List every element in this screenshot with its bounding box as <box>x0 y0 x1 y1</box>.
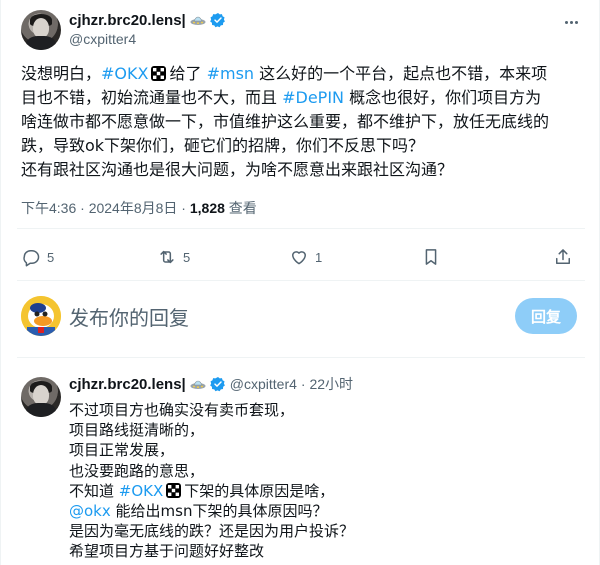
reply-composer: 发布你的回复 回复 <box>17 294 585 338</box>
tweet-line: 跌，导致ok下架你们，砸它们的招牌，你们不反思下吗？ <box>21 136 425 155</box>
ufo-emoji-icon <box>190 16 206 25</box>
text-segment: 不知道 <box>69 481 115 500</box>
more-options-icon[interactable] <box>561 12 581 32</box>
reply-line: 是因为毫无底线的跌？还是因为用户投诉？ <box>69 522 355 541</box>
repost-action[interactable]: 5 <box>157 243 190 271</box>
reply-button[interactable]: 回复 <box>515 298 577 334</box>
hashtag-okx[interactable]: #OKX <box>119 482 164 500</box>
verified-badge-icon <box>209 377 225 392</box>
like-count: 1 <box>315 249 323 265</box>
hashtag-depin[interactable]: #DePIN <box>282 88 344 107</box>
reply-line: @okx 能给出msn下架的具体原因吗？ <box>69 501 569 521</box>
text-segment: 目也不错，初始流通量也不大，而且 <box>21 88 278 107</box>
divider <box>17 357 585 358</box>
reply-text: 不过项目方也确实没有卖币套现， 项目路线挺清晰的， 项目正常发展， 也没要跑路的… <box>69 400 569 562</box>
duck-avatar-icon <box>21 296 61 336</box>
like-action[interactable]: 1 <box>289 243 322 271</box>
reply-action[interactable]: 5 <box>21 243 54 271</box>
divider <box>17 280 585 281</box>
view-count: 1,828 <box>189 200 225 216</box>
views-label: 查看 <box>228 200 257 216</box>
text-segment: 下架的具体原因是啥， <box>184 481 335 500</box>
action-bar: 5 5 1 <box>21 243 581 271</box>
reply-count: 5 <box>47 249 55 265</box>
share-action[interactable] <box>553 243 573 271</box>
reply-header: cjhzr.brc20.lens| @cxpitter4 · 22小时 <box>69 373 353 395</box>
tweet-line: 还有跟社区沟通也是很大问题，为啥不愿意出来跟社区沟通？ <box>21 160 454 179</box>
repost-count: 5 <box>183 249 191 265</box>
tweet-text: 没想明白，#OKX 给了 #msn 这么好的一个平台，起点也不错，本来项 目也不错… <box>21 62 581 182</box>
share-icon <box>556 249 570 264</box>
bookmark-action[interactable] <box>421 243 441 271</box>
hashtag-okx[interactable]: #OKX <box>101 64 148 83</box>
author-display-name[interactable]: cjhzr.brc20.lens| <box>69 12 186 29</box>
tweet-line: 目也不错，初始流通量也不大，而且 #DePIN 概念也很好，你们项目方为 <box>21 86 581 110</box>
text-segment: 给了 <box>169 64 202 83</box>
reply-line: 希望项目方基于问题好好整改 <box>69 542 265 561</box>
tweet-meta: 下午4:36 · 2024年8月8日 · 1,828 查看 <box>21 198 257 218</box>
tweet-line: 没想明白，#OKX 给了 #msn 这么好的一个平台，起点也不错，本来项 <box>21 62 581 86</box>
mention-okx[interactable]: @okx <box>69 502 111 520</box>
author-name-line: cjhzr.brc20.lens| <box>69 10 226 30</box>
okx-logo-icon <box>151 66 167 81</box>
reply-line: 不过项目方也确实没有卖币套现， <box>69 401 295 419</box>
reply-line: 不知道 #OKX 下架的具体原因是啥， <box>69 481 569 501</box>
tweet-header: cjhzr.brc20.lens| @cxpitter4 <box>21 10 581 58</box>
author-avatar[interactable] <box>21 10 61 50</box>
tweet-line: 啥连做市都不愿意做一下，市值维护这么重要，都不维护下，放任无底线的 <box>21 112 550 131</box>
reply-author-avatar[interactable] <box>21 377 61 417</box>
heart-icon <box>292 251 306 265</box>
text-segment: 能给出msn下架的具体原因吗？ <box>115 501 328 520</box>
tweet-page: cjhzr.brc20.lens| @cxpitter4 没想明白，#OKX 给了… <box>0 0 600 565</box>
bookmark-icon <box>425 249 437 265</box>
verified-badge-icon <box>209 13 225 28</box>
reply-icon <box>23 250 40 267</box>
text-segment: 这么好的一个平台，起点也不错，本来项 <box>259 64 548 83</box>
reply-timestamp[interactable]: · 22小时 <box>301 374 353 394</box>
text-segment: 概念也很好，你们项目方为 <box>349 88 542 107</box>
repost-icon <box>160 250 174 264</box>
reply-line: 也没要跑路的意思， <box>69 461 205 480</box>
okx-logo-icon <box>166 482 182 498</box>
reply-author-handle[interactable]: @cxpitter4 <box>230 376 297 392</box>
reply-author-display-name[interactable]: cjhzr.brc20.lens| <box>69 376 186 393</box>
hashtag-msn[interactable]: #msn <box>207 64 254 83</box>
reply-line: 项目正常发展， <box>69 441 175 460</box>
ufo-emoji-icon <box>190 380 206 389</box>
author-handle[interactable]: @cxpitter4 <box>69 31 136 47</box>
user-avatar[interactable] <box>21 296 61 336</box>
tweet-timestamp[interactable]: 下午4:36 · 2024年8月8日 · <box>21 200 190 216</box>
reply-line: 项目路线挺清晰的， <box>69 421 205 440</box>
text-segment: 没想明白， <box>21 64 102 83</box>
divider <box>17 228 585 229</box>
reply-input[interactable]: 发布你的回复 <box>69 302 189 331</box>
